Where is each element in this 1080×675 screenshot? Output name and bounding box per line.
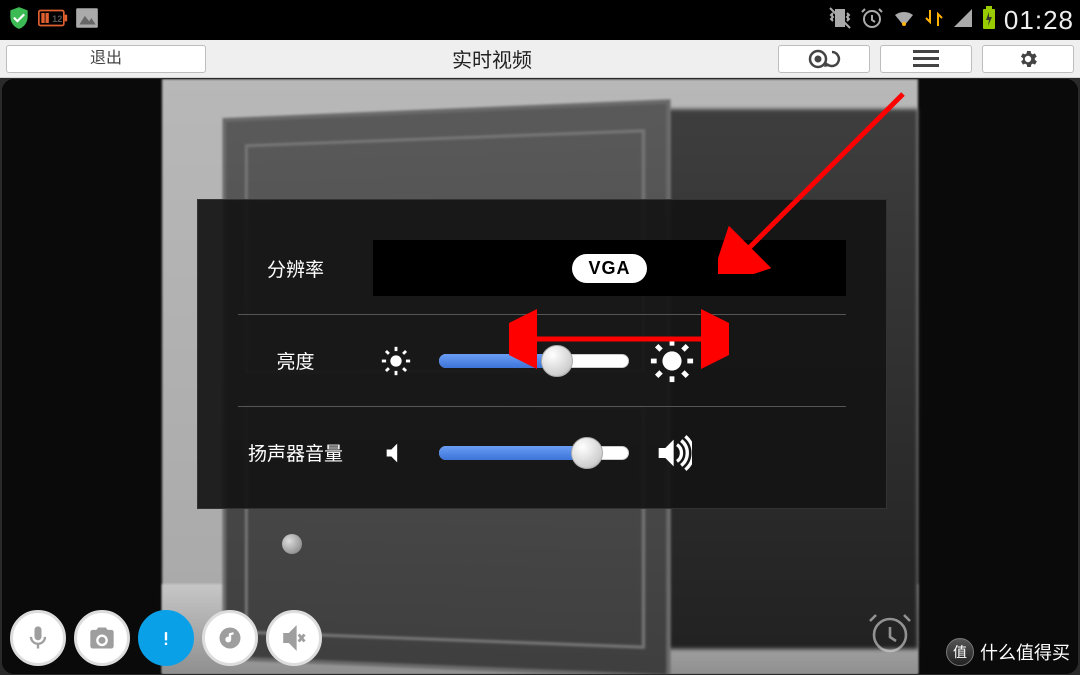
settings-panel: 分辨率 VGA 亮度 扬声器音量 [197, 199, 887, 509]
bottom-action-bar [10, 610, 322, 666]
live-video-view[interactable]: 分辨率 VGA 亮度 扬声器音量 [2, 79, 1078, 674]
watermark-text: 什么值得买 [980, 639, 1070, 665]
page-title: 实时视频 [216, 44, 768, 73]
alarm-outline-icon [866, 609, 914, 662]
resolution-selector[interactable]: VGA [373, 240, 846, 296]
alarm-icon [860, 6, 884, 35]
battery-charging-icon [982, 6, 996, 35]
resolution-row: 分辨率 VGA [238, 222, 846, 314]
alert-button[interactable] [138, 610, 194, 666]
svg-text:12: 12 [52, 14, 62, 24]
status-time: 01:28 [1004, 5, 1074, 36]
menu-button[interactable] [880, 45, 972, 73]
settings-button[interactable] [982, 45, 1074, 73]
volume-row: 扬声器音量 [238, 406, 846, 498]
shield-icon [6, 5, 32, 36]
signal-icon [952, 7, 974, 34]
gallery-icon [74, 5, 100, 36]
brightness-row: 亮度 [238, 314, 846, 406]
exit-button[interactable]: 退出 [6, 45, 206, 73]
watermark: 值 什么值得买 [946, 638, 1070, 666]
watermark-badge: 值 [946, 638, 974, 666]
wifi-icon [892, 6, 916, 35]
volume-label: 扬声器音量 [238, 439, 353, 466]
mute-button[interactable] [266, 610, 322, 666]
brightness-high-icon [649, 338, 695, 384]
brightness-low-icon [373, 338, 419, 384]
volume-slider[interactable] [439, 440, 629, 466]
resolution-value: VGA [572, 254, 646, 283]
brightness-label: 亮度 [238, 347, 353, 374]
resolution-label: 分辨率 [238, 255, 353, 282]
snapshot-button[interactable] [74, 610, 130, 666]
vibrate-icon [828, 6, 852, 35]
music-button[interactable] [202, 610, 258, 666]
volume-low-icon [373, 430, 419, 476]
android-statusbar: 12 01:28 [0, 0, 1080, 40]
mic-button[interactable] [10, 610, 66, 666]
mobile-data-icon [924, 6, 944, 35]
volume-high-icon [649, 430, 695, 476]
camera-rotate-button[interactable] [778, 45, 870, 73]
battery-app-icon: 12 [38, 8, 68, 33]
brightness-slider[interactable] [439, 348, 629, 374]
app-toolbar: 退出 实时视频 [0, 40, 1080, 78]
